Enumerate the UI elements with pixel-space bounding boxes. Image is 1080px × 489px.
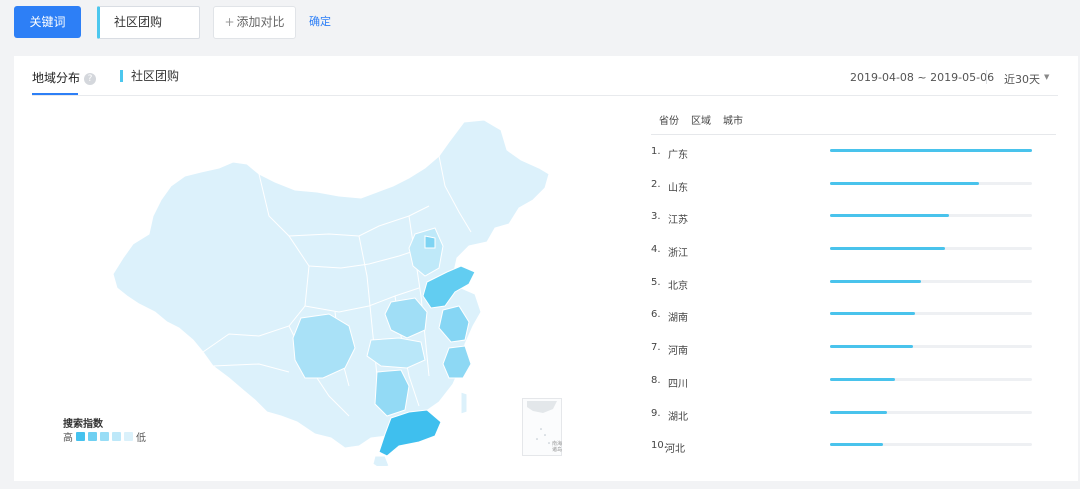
rank-number: 7.	[651, 342, 661, 354]
rank-number: 4.	[651, 244, 661, 256]
tab-region-distribution[interactable]: 地域分布?	[32, 69, 97, 86]
ranking-row: 1. 广东	[651, 142, 1056, 175]
map-country-outline	[112, 119, 550, 449]
rank-bar-fill	[830, 149, 1032, 152]
ranking-row: 5. 北京	[651, 273, 1056, 306]
date-range[interactable]: 2019-04-08 ~ 2019-05-06	[850, 71, 994, 84]
rank-bar-fill	[830, 279, 921, 283]
rank-bar-fill	[830, 312, 915, 316]
keyword-series-tag: 社区团购	[120, 70, 179, 82]
legend-swatch-3	[100, 432, 109, 441]
rank-number: 9.	[651, 407, 661, 419]
tab-region[interactable]: 区域	[691, 112, 711, 127]
rank-number: 6.	[651, 309, 661, 321]
legend-title: 搜索指数	[63, 419, 103, 430]
rank-name: 四川	[668, 378, 688, 390]
rank-bar-track	[830, 214, 1032, 218]
plus-icon: +	[224, 15, 235, 29]
china-map	[109, 116, 589, 466]
rank-bar-track	[830, 181, 1032, 185]
tab-label: 地域分布	[32, 71, 81, 85]
caret-down-icon[interactable]: ▼	[1044, 73, 1049, 81]
rank-name: 北京	[668, 280, 688, 292]
rank-number: 2.	[651, 178, 661, 190]
header-divider	[32, 95, 1058, 96]
china-map-svg	[112, 119, 550, 466]
add-compare-button[interactable]: + 添加对比	[213, 6, 296, 39]
legend-swatch-5	[124, 432, 133, 441]
region-taiwan[interactable]	[460, 391, 468, 415]
question-circle-icon[interactable]: ?	[84, 73, 97, 85]
rank-bar-fill	[830, 181, 980, 185]
rank-bar-track	[830, 443, 1032, 447]
search-toolbar: 关键词 社区团购 + 添加对比 确定	[0, 0, 1080, 55]
legend-swatch-2	[88, 432, 97, 441]
ranking-row: 7. 河南	[651, 338, 1056, 371]
rank-bar-track	[830, 377, 1032, 381]
legend-swatch-1	[76, 432, 85, 441]
add-compare-label: 添加对比	[236, 15, 285, 29]
rank-bar-track	[830, 312, 1032, 316]
rank-name: 山东	[668, 182, 688, 194]
rank-bar-fill	[830, 410, 887, 414]
legend-high-label: 高	[63, 433, 73, 444]
ranking-row: 9. 湖北	[651, 404, 1056, 437]
ranking-row: 4. 浙江	[651, 240, 1056, 273]
confirm-link[interactable]: 确定	[309, 13, 331, 29]
rank-number: 3.	[651, 211, 661, 223]
map-legend: 高 低	[63, 429, 146, 444]
inset-label: 南海诸岛	[552, 441, 563, 453]
ranking-tabs: 省份 区域 城市	[659, 112, 743, 127]
rank-name: 广东	[668, 150, 688, 161]
rank-bar-track	[830, 410, 1032, 414]
panel-header: 地域分布? 社区团购 2019-04-08 ~ 2019-05-06 近30天 …	[14, 56, 1078, 96]
rank-bar-fill	[830, 247, 946, 251]
region-beijing[interactable]	[424, 235, 436, 249]
rank-bar-track	[830, 247, 1032, 251]
ranking-row: 3. 江苏	[651, 207, 1056, 240]
rank-name: 浙江	[668, 248, 688, 260]
rank-name: 江苏	[668, 215, 688, 227]
tab-province[interactable]: 省份	[659, 112, 679, 127]
rank-bar-track	[830, 279, 1032, 283]
rank-name: 河南	[668, 346, 688, 358]
ranking-row: 8. 四川	[651, 371, 1056, 404]
rank-number: 8.	[651, 374, 661, 386]
ranking-row: 2. 山东	[651, 175, 1056, 208]
rank-bar-fill	[830, 443, 883, 447]
rank-bar-fill	[830, 214, 950, 218]
rank-name: 湖南	[668, 313, 688, 325]
ranking-row: 6. 湖南	[651, 305, 1056, 338]
legend-low-label: 低	[136, 433, 146, 444]
ranking-divider	[651, 134, 1056, 135]
keyword-input[interactable]: 社区团购	[97, 6, 200, 39]
region-distribution-panel: 地域分布? 社区团购 2019-04-08 ~ 2019-05-06 近30天 …	[14, 56, 1078, 481]
tab-city[interactable]: 城市	[723, 112, 743, 127]
period-select[interactable]: 近30天	[1004, 71, 1040, 87]
legend-swatch-4	[112, 432, 121, 441]
keyword-button[interactable]: 关键词	[14, 6, 81, 38]
header-separator	[986, 70, 987, 84]
ranking-row: 10. 河北	[651, 436, 1056, 469]
rank-bar-fill	[830, 377, 895, 381]
rank-number: 5.	[651, 276, 661, 288]
region-hunan[interactable]	[374, 369, 410, 417]
rank-name: 湖北	[668, 411, 688, 423]
rank-bar-track	[830, 345, 1032, 349]
rank-number: 1.	[651, 146, 661, 157]
rank-name: 河北	[665, 444, 685, 456]
ranking-list: 1. 广东 2. 山东 3. 江苏 4. 浙江 5. 北京 6. 湖南 7. 河南 8. 四川 9. 湖北 10. 河…	[651, 142, 1056, 469]
rank-bar-fill	[830, 345, 913, 349]
region-hainan[interactable]	[372, 455, 390, 466]
rank-bar-track	[830, 149, 1032, 152]
south-china-sea-inset: 南海诸岛	[522, 398, 562, 456]
